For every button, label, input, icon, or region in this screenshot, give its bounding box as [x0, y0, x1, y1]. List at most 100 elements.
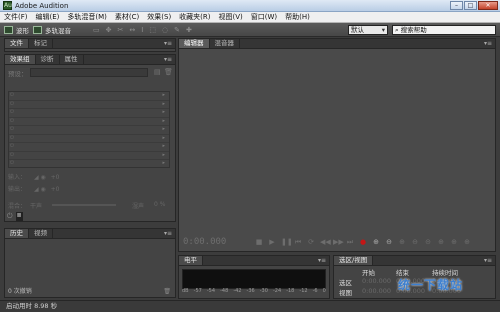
menu-file[interactable]: 文件(F) [0, 12, 32, 22]
slot-arrow-icon[interactable]: ▸ [162, 135, 165, 141]
help-search-input[interactable]: ⌕ 搜索帮助 [392, 25, 496, 35]
brush-tool-icon[interactable]: ✎ [174, 26, 180, 34]
panel-menu-icon[interactable]: ▾≡ [318, 256, 326, 265]
zoom-in-out-point-icon[interactable]: ⊕ [450, 238, 458, 246]
tab-editor[interactable]: 编辑器 [179, 39, 210, 48]
power-icon[interactable]: ⏻ [10, 143, 14, 149]
multitrack-view-button[interactable]: 多轨混音 [33, 25, 71, 35]
play-icon[interactable]: ▶ [268, 238, 276, 246]
menu-view[interactable]: 视图(V) [215, 12, 247, 22]
stop-icon[interactable]: ■ [255, 238, 263, 246]
tab-history[interactable]: 历史 [5, 229, 29, 238]
menu-effects[interactable]: 效果(S) [143, 12, 175, 22]
power-icon[interactable]: ⏻ [10, 118, 14, 124]
tab-selection-view[interactable]: 选区/视图 [334, 256, 374, 265]
power-icon[interactable]: ⏻ [10, 109, 14, 115]
fast-forward-icon[interactable]: ▶▶ [333, 238, 344, 246]
menu-edit[interactable]: 编辑(E) [32, 12, 64, 22]
slot-arrow-icon[interactable]: ▸ [162, 126, 165, 132]
effect-slot[interactable]: ⏻ ▸ [9, 143, 169, 152]
pause-icon[interactable]: ❚❚ [281, 238, 293, 246]
rack-list-icon[interactable]: ≣ [15, 212, 23, 221]
tab-effects-rack[interactable]: 效果组 [5, 55, 36, 64]
zoom-out-full-icon[interactable]: ⊝ [424, 238, 432, 246]
rack-power-icon[interactable]: ⏻ [7, 212, 13, 221]
slot-arrow-icon[interactable]: ▸ [162, 92, 165, 98]
zoom-in-in-point-icon[interactable]: ⊕ [437, 238, 445, 246]
zoom-in-time-icon[interactable]: ⊕ [398, 238, 406, 246]
effect-slot[interactable]: ⏻ ▸ [9, 160, 169, 169]
loop-playback-icon[interactable]: ⟳ [307, 238, 315, 246]
tab-levels[interactable]: 电平 [179, 256, 203, 265]
workspace-select[interactable]: 默认 [348, 25, 388, 35]
panel-menu-icon[interactable]: ▾≡ [164, 55, 172, 64]
move-tool-icon[interactable]: ✥ [106, 26, 112, 34]
minimize-button[interactable]: – [450, 1, 463, 10]
input-value[interactable]: +0 [51, 174, 60, 181]
panel-menu-icon[interactable]: ▾≡ [484, 256, 492, 265]
slot-arrow-icon[interactable]: ▸ [162, 118, 165, 124]
waveform-view-button[interactable]: 波形 [4, 25, 29, 35]
zoom-in-amplitude-icon[interactable]: ⊕ [372, 238, 380, 246]
save-preset-icon[interactable]: ▤ [154, 68, 161, 76]
effect-slot[interactable]: ⏻ ▸ [9, 101, 169, 109]
menu-help[interactable]: 帮助(H) [281, 12, 314, 22]
effect-slot[interactable]: ⏻ ▸ [9, 109, 169, 118]
slot-arrow-icon[interactable]: ▸ [162, 160, 165, 166]
delete-preset-icon[interactable]: 🗑 [164, 68, 173, 76]
selection-start[interactable]: 0:00.000 [362, 277, 391, 285]
rewind-icon[interactable]: ◀◀ [320, 238, 331, 246]
tab-markers[interactable]: 标记 [29, 39, 53, 48]
input-volume-knob-icon[interactable]: ◢ ◉ [34, 174, 46, 181]
preset-select[interactable] [30, 68, 148, 77]
effect-slot[interactable]: ⏻ ▸ [9, 92, 169, 101]
menu-multitrack[interactable]: 多轨混音(M) [63, 12, 111, 22]
tab-properties[interactable]: 属性 [60, 55, 84, 64]
panel-menu-icon[interactable]: ▾≡ [484, 39, 492, 48]
zoom-out-amplitude-icon[interactable]: ⊖ [385, 238, 393, 246]
zoom-out-time-icon[interactable]: ⊖ [411, 238, 419, 246]
tab-files[interactable]: 文件 [5, 39, 29, 48]
power-icon[interactable]: ⏻ [10, 152, 14, 158]
clear-history-icon[interactable]: 🗑 [163, 288, 171, 295]
slip-tool-icon[interactable]: ↔ [129, 26, 135, 34]
spectral-display-icon[interactable]: ▭ [93, 26, 100, 34]
close-button[interactable]: ✕ [478, 1, 498, 10]
move-playhead-to-next-icon[interactable]: ⏭ [346, 238, 354, 246]
power-icon[interactable]: ⏻ [10, 135, 14, 141]
lasso-tool-icon[interactable]: ◌ [162, 26, 168, 34]
record-icon[interactable]: ● [359, 238, 367, 246]
panel-menu-icon[interactable]: ▾≡ [164, 229, 172, 238]
marquee-tool-icon[interactable]: ⬚ [149, 26, 156, 34]
menu-clip[interactable]: 素材(C) [111, 12, 143, 22]
menu-favorites[interactable]: 收藏夹(R) [175, 12, 214, 22]
tab-video[interactable]: 视频 [29, 229, 53, 238]
power-icon[interactable]: ⏻ [10, 92, 14, 98]
maximize-button[interactable]: □ [464, 1, 477, 10]
menu-window[interactable]: 窗口(W) [247, 12, 281, 22]
power-icon[interactable]: ⏻ [10, 126, 14, 132]
effect-slot[interactable]: ⏻ ▸ [9, 152, 169, 160]
tab-diagnostics[interactable]: 诊断 [36, 55, 60, 64]
zoom-selection-icon[interactable]: ⊕ [463, 238, 471, 246]
tab-mixer[interactable]: 混音器 [210, 39, 240, 48]
slot-arrow-icon[interactable]: ▸ [162, 101, 165, 107]
razor-tool-icon[interactable]: ✂ [118, 26, 124, 34]
mix-value[interactable]: 0 % [154, 201, 165, 208]
view-start[interactable]: 0:00.000 [362, 287, 391, 295]
slot-arrow-icon[interactable]: ▸ [162, 143, 165, 149]
panel-menu-icon[interactable]: ▾≡ [164, 39, 172, 48]
slot-arrow-icon[interactable]: ▸ [162, 152, 165, 158]
time-selection-tool-icon[interactable]: I [141, 26, 143, 34]
power-icon[interactable]: ⏻ [10, 101, 14, 107]
mix-slider[interactable] [52, 204, 116, 206]
spot-healing-tool-icon[interactable]: ✚ [186, 26, 192, 34]
move-playhead-to-previous-icon[interactable]: ⏮ [294, 238, 302, 246]
slot-arrow-icon[interactable]: ▸ [162, 109, 165, 115]
effect-slot[interactable]: ⏻ ▸ [9, 126, 169, 135]
output-value[interactable]: +0 [51, 186, 60, 193]
effect-slot[interactable]: ⏻ ▸ [9, 118, 169, 126]
effect-slot[interactable]: ⏻ ▸ [9, 135, 169, 143]
output-volume-knob-icon[interactable]: ◢ ◉ [34, 186, 46, 193]
power-icon[interactable]: ⏻ [10, 160, 14, 166]
